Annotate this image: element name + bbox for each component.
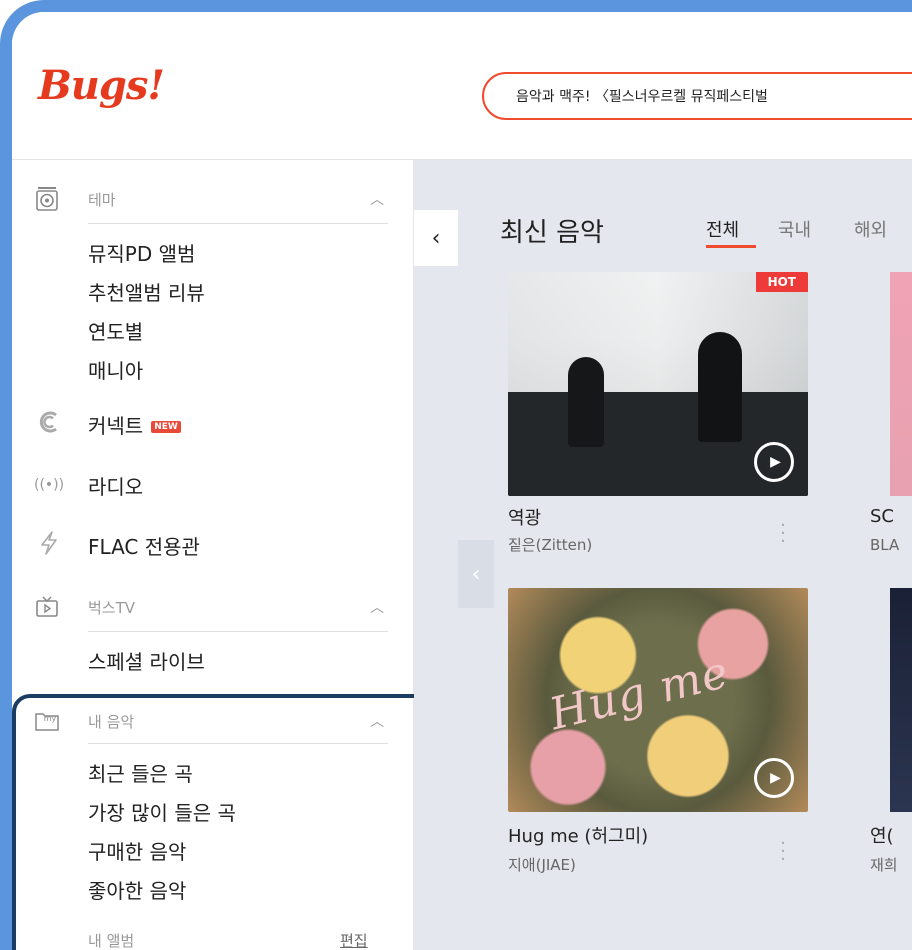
sidebar-item-label: 라디오 — [88, 474, 144, 499]
album-title[interactable]: SC — [870, 506, 910, 527]
tab-all[interactable]: 전체 — [706, 216, 739, 242]
window-frame: Bugs! 음악과 맥주! 〈필스너우르켈 뮤직페스티벌 테마 ︿ 뮤직PD 앨… — [0, 0, 912, 950]
radio-wave-icon: ((•)) — [34, 477, 65, 493]
sidebar-item-connect[interactable]: 커넥트 NEW — [12, 404, 388, 444]
new-badge: NEW — [151, 421, 181, 433]
sidebar-item-purchased[interactable]: 구매한 음악 — [88, 836, 186, 865]
search-text: 음악과 맥주! 〈필스너우르켈 뮤직페스티벌 — [516, 89, 768, 105]
my-icon-label: my — [43, 714, 57, 723]
sidebar-collapse-button[interactable]: ‹ — [414, 210, 458, 266]
sidebar-section-mymusic[interactable]: my 내 음악 ︿ — [12, 696, 388, 746]
album-cover-lettering: Hug me — [544, 646, 735, 741]
sidebar-section-label: 내 음악 — [88, 712, 135, 731]
header: Bugs! 음악과 맥주! 〈필스너우르켈 뮤직페스티벌 — [12, 12, 912, 160]
sidebar-item-label: FLAC 전용관 — [88, 534, 200, 559]
sidebar-item-flac[interactable]: FLAC 전용관 — [12, 525, 388, 565]
album-cover[interactable] — [890, 272, 912, 496]
sidebar-section-bugstv[interactable]: 벅스TV ︿ — [12, 582, 388, 632]
album-title[interactable]: Hug me (허그미) — [508, 822, 648, 848]
disc-icon — [34, 186, 60, 212]
sidebar-item-recommended-review[interactable]: 추천앨범 리뷰 — [88, 277, 205, 306]
play-icon[interactable]: ▶ — [754, 442, 794, 482]
sidebar-item-recent-tracks[interactable]: 최근 들은 곡 — [88, 758, 193, 787]
sidebar-section-label: 테마 — [88, 190, 116, 209]
play-icon[interactable]: ▶ — [754, 758, 794, 798]
sidebar-item-mania[interactable]: 매니아 — [88, 355, 143, 384]
sidebar-item-liked[interactable]: 좋아한 음악 — [88, 875, 186, 904]
more-options-icon[interactable]: · · · — [778, 835, 788, 869]
chevron-left-icon: ‹ — [431, 225, 441, 251]
album-artist[interactable]: 지애(JIAE) — [508, 854, 576, 875]
album-artist[interactable]: BLA — [870, 536, 910, 554]
sidebar-item-by-year[interactable]: 연도별 — [88, 316, 143, 345]
album-artist[interactable]: 재희 — [870, 854, 910, 875]
section-title: 최신 음악 — [500, 218, 604, 248]
sidebar-section-label: 벅스TV — [88, 598, 136, 617]
hot-badge: HOT — [755, 272, 808, 292]
divider — [88, 631, 388, 632]
tab-domestic[interactable]: 국내 — [778, 216, 811, 242]
chevron-up-icon[interactable]: ︿ — [370, 597, 384, 617]
sidebar-item-most-played[interactable]: 가장 많이 들은 곡 — [88, 797, 236, 826]
main-content: ‹ 최신 음악 전체 국내 해외 ‹ HOT ▶ 역광 짙은(Zitten) ·… — [414, 160, 912, 950]
bugs-logo[interactable]: Bugs! — [38, 62, 165, 109]
tab-international[interactable]: 해외 — [854, 216, 887, 242]
sidebar-section-theme[interactable]: 테마 ︿ — [12, 174, 388, 224]
album-card[interactable]: Hug me ▶ Hug me (허그미) 지애(JIAE) · · · — [508, 588, 808, 878]
album-cover[interactable] — [890, 588, 912, 812]
divider — [88, 743, 388, 744]
chevron-up-icon[interactable]: ︿ — [370, 189, 384, 209]
edit-link[interactable]: 편집 — [340, 930, 368, 950]
sidebar-item-special-live[interactable]: 스페셜 라이브 — [88, 646, 205, 675]
chevron-up-icon[interactable]: ︿ — [370, 711, 384, 731]
sidebar-item-label: 커넥트 — [88, 413, 144, 438]
carousel-prev-button[interactable]: ‹ — [458, 540, 494, 608]
sidebar: 테마 ︿ 뮤직PD 앨범 추천앨범 리뷰 연도별 매니아 커넥트 NEW ((•)… — [12, 160, 432, 950]
search-bar[interactable]: 음악과 맥주! 〈필스너우르켈 뮤직페스티벌 — [482, 72, 912, 120]
album-card[interactable]: HOT ▶ 역광 짙은(Zitten) · · · — [508, 272, 808, 555]
divider — [88, 223, 388, 224]
sidebar-item-radio[interactable]: ((•)) 라디오 — [12, 465, 388, 505]
sidebar-item-musicpd-album[interactable]: 뮤직PD 앨범 — [88, 238, 195, 267]
more-options-icon[interactable]: · · · — [778, 517, 788, 551]
album-cover[interactable]: Hug me ▶ — [508, 588, 808, 812]
album-cover[interactable]: HOT ▶ — [508, 272, 808, 496]
tv-icon — [34, 594, 60, 620]
album-title[interactable]: 연( — [870, 822, 910, 848]
tab-active-indicator — [706, 245, 756, 248]
lightning-icon — [34, 530, 64, 560]
album-title[interactable]: 역광 — [508, 504, 541, 530]
chevron-left-icon: ‹ — [471, 561, 481, 587]
sidebar-item-my-album[interactable]: 내 앨범 — [88, 930, 134, 950]
album-artist[interactable]: 짙은(Zitten) — [508, 534, 592, 555]
connect-icon — [34, 409, 64, 440]
